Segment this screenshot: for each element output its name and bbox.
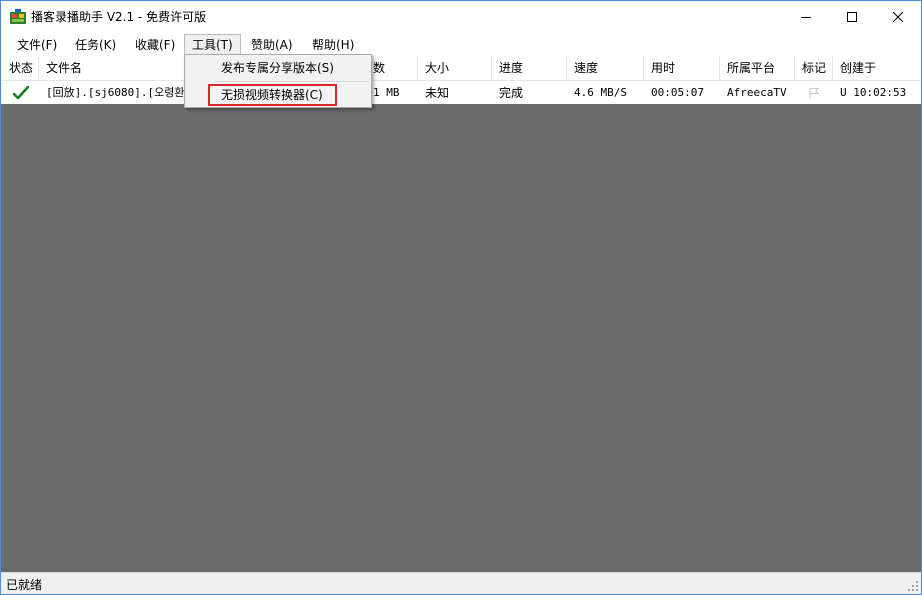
size-cell: 未知	[425, 86, 450, 100]
menu-file[interactable]: 文件(F)	[10, 34, 64, 56]
menu-sponsor[interactable]: 赞助(A)	[244, 34, 300, 56]
menu-favorites[interactable]: 收藏(F)	[128, 34, 182, 56]
check-icon	[12, 85, 30, 100]
window-title: 播客录播助手 V2.1 - 免费许可版	[31, 10, 207, 24]
tools-dropdown-menu: 发布专属分享版本(S) 无损视频转换器(C)	[184, 54, 372, 108]
list-empty-area	[1, 104, 921, 572]
mark-cell[interactable]	[795, 82, 833, 104]
status-text: 已就绪	[6, 578, 43, 592]
elapsed-cell: 00:05:07	[651, 86, 704, 99]
minimize-button[interactable]	[783, 1, 829, 32]
column-header-count[interactable]: 数	[366, 57, 418, 81]
status-cell	[5, 82, 39, 104]
close-icon	[893, 11, 903, 22]
menu-help[interactable]: 帮助(H)	[305, 34, 361, 56]
column-header-progress[interactable]: 进度	[492, 57, 567, 81]
title-bar[interactable]: 播客录播助手 V2.1 - 免费许可版	[1, 1, 921, 32]
resize-grip-icon[interactable]	[907, 580, 919, 592]
close-button[interactable]	[875, 1, 921, 32]
created-cell: U 10:02:53	[840, 86, 907, 99]
column-header-speed[interactable]: 速度	[567, 57, 644, 81]
column-header-elapsed[interactable]: 用时	[644, 57, 720, 81]
minimize-icon	[801, 16, 811, 18]
flag-icon	[809, 88, 820, 99]
progress-cell: 完成	[499, 86, 524, 100]
column-header-mark[interactable]: 标记	[795, 57, 833, 81]
menu-item-publish-share-version[interactable]: 发布专属分享版本(S)	[185, 56, 371, 80]
column-header-platform[interactable]: 所属平台	[720, 57, 795, 81]
app-logo-icon	[10, 9, 26, 24]
maximize-button[interactable]	[829, 1, 875, 32]
column-header-status[interactable]: 状态	[1, 57, 39, 81]
column-header-created[interactable]: 创建于	[833, 57, 921, 81]
filename-cell: [回放].[sj6080].[오령환]	[46, 86, 189, 99]
menu-bar: 文件(F) 任务(K) 收藏(F) 工具(T) 赞助(A) 帮助(H)	[1, 32, 921, 57]
speed-cell: 4.6 MB/S	[574, 86, 627, 99]
menu-tools[interactable]: 工具(T)	[184, 34, 241, 56]
count-cell: 1 MB	[373, 86, 400, 99]
list-header: 状态 文件名 数 大小 进度 速度 用时 所属平台 标记 创建于	[1, 57, 921, 81]
column-header-size[interactable]: 大小	[418, 57, 492, 81]
highlight-box	[208, 84, 337, 106]
menu-separator	[215, 81, 369, 82]
platform-cell: AfreecaTV	[727, 86, 787, 99]
menu-tasks[interactable]: 任务(K)	[68, 34, 123, 56]
app-window: 播客录播助手 V2.1 - 免费许可版 文件(F) 任务(K) 收藏(F) 工具…	[0, 0, 922, 595]
status-bar: 已就绪	[1, 572, 921, 594]
maximize-icon	[847, 11, 857, 22]
table-row[interactable]: [回放].[sj6080].[오령환] 1 MB 未知 完成 4.6 MB/S …	[1, 82, 921, 104]
